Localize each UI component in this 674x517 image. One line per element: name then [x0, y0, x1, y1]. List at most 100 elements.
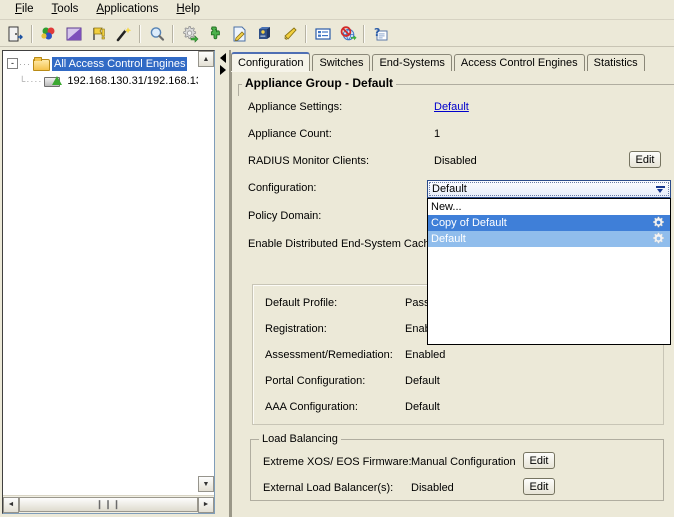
value-radius-monitor-clients: Disabled [434, 155, 477, 167]
label-extreme-xos-eos-firmware: Extreme XOS/ EOS Firmware: [263, 456, 412, 468]
value-aaa-configuration: Default [405, 401, 440, 413]
toolbar-separator-3 [172, 25, 174, 43]
label-registration: Registration: [265, 323, 327, 335]
navigation-tree-panel: - ··· All Access Control Engines └···· 1… [2, 50, 215, 514]
configuration-combobox[interactable]: Default [427, 180, 671, 198]
label-enable-distributed-end-system-cache: Enable Distributed End-System Cache: [248, 238, 439, 250]
load-balancing-group-box: Load Balancing Extreme XOS/ EOS Firmware… [250, 439, 664, 501]
document-pencil-icon[interactable] [227, 22, 252, 46]
toolbar: ? [0, 21, 674, 47]
menu-help-mnemonic: H [176, 3, 184, 15]
label-external-load-balancers: External Load Balancer(s): [263, 482, 393, 494]
yellow-flag-alert-icon[interactable] [86, 22, 111, 46]
blue-database-icon[interactable] [252, 22, 277, 46]
tree-label-engine[interactable]: 192.168.130.31/192.168.130.31 [65, 74, 198, 88]
exit-door-icon[interactable] [3, 22, 28, 46]
dropdown-item-default[interactable]: Default [428, 231, 670, 247]
appliance-group-title-bold: Appliance Group [245, 76, 342, 90]
label-assessment-remediation: Assessment/Remediation: [265, 349, 393, 361]
value-portal-configuration: Default [405, 375, 440, 387]
menu-tools-label: ools [57, 3, 78, 15]
tree-label-all-access-control-engines[interactable]: All Access Control Engines [52, 57, 187, 71]
application-window: File Tools Applications Help [0, 0, 674, 517]
menu-applications[interactable]: Applications [87, 1, 167, 18]
globe-no-entry-icon[interactable] [335, 22, 360, 46]
tab-configuration[interactable]: Configuration [231, 52, 310, 71]
tree-horizontal-scrollbar[interactable]: ◄ ❙❙❙ ► [3, 495, 214, 513]
scroll-down-button[interactable]: ▼ [198, 476, 214, 492]
magnifier-icon[interactable] [144, 22, 169, 46]
edit-external-load-balancers-button[interactable]: Edit [523, 478, 555, 495]
tab-configuration-label: Configuration [238, 57, 303, 69]
link-appliance-settings-default[interactable]: Default [434, 101, 469, 113]
tree-row-engine[interactable]: └···· 192.168.130.31/192.168.130.31 [3, 72, 198, 89]
tab-access-control-engines-label: Access Control Engines [461, 57, 578, 69]
dropdown-item-new[interactable]: New... [428, 199, 670, 215]
scroll-up-button[interactable]: ▲ [198, 51, 214, 67]
hscroll-grip: ❙❙❙ [96, 499, 122, 510]
label-default-profile: Default Profile: [265, 297, 337, 309]
label-appliance-settings: Appliance Settings: [248, 101, 342, 113]
engine-tree[interactable]: - ··· All Access Control Engines └···· 1… [3, 51, 198, 496]
tab-statistics[interactable]: Statistics [587, 54, 645, 71]
dropdown-item-default-label: Default [431, 233, 466, 245]
menu-help[interactable]: Help [167, 1, 209, 18]
tab-end-systems[interactable]: End-Systems [372, 54, 451, 71]
folder-icon [33, 57, 49, 70]
gear-icon-copy-of-default[interactable] [652, 216, 665, 229]
load-balancing-title: Load Balancing [259, 433, 341, 445]
edit-radius-monitor-clients-button[interactable]: Edit [629, 151, 661, 168]
gear-green-arrow-icon[interactable] [177, 22, 202, 46]
menu-help-label: elp [185, 3, 200, 15]
toolbar-separator-5 [363, 25, 365, 43]
scroll-right-button[interactable]: ► [198, 497, 214, 513]
appliance-group-title-rest: - Default [342, 76, 393, 90]
toolbar-separator-2 [139, 25, 141, 43]
green-puzzle-piece-icon[interactable] [202, 22, 227, 46]
chevron-down-icon[interactable] [656, 186, 665, 194]
menu-applications-label: pplications [104, 3, 158, 15]
scroll-left-glyph: ◄ [8, 501, 15, 508]
scroll-left-button[interactable]: ◄ [3, 497, 19, 513]
menu-file-label: ile [22, 3, 34, 15]
tree-row-root[interactable]: - ··· All Access Control Engines [3, 55, 198, 72]
tab-switches[interactable]: Switches [312, 54, 370, 71]
menu-tools[interactable]: Tools [43, 1, 88, 18]
configuration-dropdown-list[interactable]: New... Copy of Default Default [427, 198, 671, 345]
help-question-icon[interactable]: ? [368, 22, 393, 46]
splitter-collapse-right-icon[interactable] [220, 65, 226, 75]
yellow-bell-icon[interactable] [277, 22, 302, 46]
palette-spheres-icon[interactable] [36, 22, 61, 46]
purple-gradient-square-icon[interactable] [61, 22, 86, 46]
hscroll-track[interactable]: ❙❙❙ [19, 497, 198, 512]
dropdown-item-copy-of-default-label: Copy of Default [431, 217, 507, 229]
toolbar-separator-4 [305, 25, 307, 43]
menu-file[interactable]: File [6, 1, 43, 18]
tree-expander-icon[interactable]: - [7, 58, 18, 69]
toolbar-separator-1 [31, 25, 33, 43]
edit-firmware-button[interactable]: Edit [523, 452, 555, 469]
label-radius-monitor-clients: RADIUS Monitor Clients: [248, 155, 369, 167]
svg-text:?: ? [374, 26, 380, 39]
pane-splitter[interactable] [217, 50, 229, 514]
tab-statistics-label: Statistics [594, 57, 638, 69]
label-appliance-count: Appliance Count: [248, 128, 332, 140]
magic-wand-icon[interactable] [111, 22, 136, 46]
label-configuration: Configuration: [248, 182, 317, 194]
groupbox-left-border [238, 84, 239, 96]
splitter-collapse-left-icon[interactable] [220, 53, 226, 63]
tree-vertical-scrollbar[interactable]: ▲ ▼ [198, 51, 214, 492]
dropdown-item-copy-of-default[interactable]: Copy of Default [428, 215, 670, 231]
tab-access-control-engines[interactable]: Access Control Engines [454, 54, 585, 71]
menu-applications-mnemonic: A [96, 3, 104, 15]
blue-list-icon[interactable] [310, 22, 335, 46]
hscroll-thumb[interactable]: ❙❙❙ [19, 497, 198, 512]
tree-line-dots: ··· [19, 59, 31, 69]
value-appliance-count: 1 [434, 128, 440, 140]
engine-icon [44, 75, 62, 87]
dropdown-item-new-label: New... [431, 201, 462, 213]
menu-bar: File Tools Applications Help [0, 0, 674, 20]
gear-icon-default[interactable] [652, 232, 665, 245]
menu-file-mnemonic: F [15, 3, 22, 15]
value-assessment-remediation: Enabled [405, 349, 445, 361]
